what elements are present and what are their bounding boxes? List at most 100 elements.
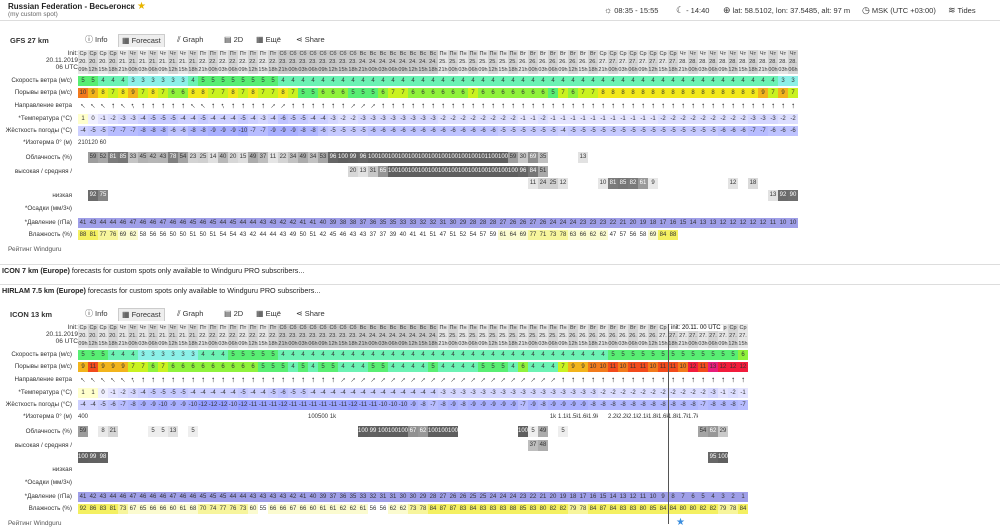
model-name[interactable]: GFS 27 km (10, 36, 49, 45)
time-column-header[interactable]: Пн 25. 09h (478, 50, 488, 74)
time-column-header[interactable]: Сб 23. 15h (338, 324, 348, 348)
time-column-header[interactable]: Ср 20. 18h (108, 50, 118, 74)
tab-graph[interactable]: ⫽ Graph (174, 34, 206, 46)
time-column-header[interactable]: Чт 21. 18h (188, 324, 198, 348)
time-column-header[interactable]: Ср 20. 12h (88, 50, 98, 74)
time-column-header[interactable]: Пт 22. 03h (218, 50, 228, 74)
time-column-header[interactable]: Чт 21. 00h (128, 50, 138, 74)
tab-2d[interactable]: ▤ 2D (221, 34, 246, 46)
time-column-header[interactable]: Пн 25. 06h (468, 50, 478, 74)
time-column-header[interactable]: Ср 20. 18h (108, 324, 118, 348)
time-column-header[interactable]: Чт 28. 06h (708, 50, 718, 74)
tab-share[interactable]: ⋖ Share (293, 308, 328, 320)
time-column-header[interactable]: Вс 24. 03h (378, 324, 388, 348)
timezone[interactable]: ◷ MSK (UTC +03:00) (862, 5, 936, 16)
time-column-header[interactable]: Пт 22. 00h (208, 324, 218, 348)
spot-title[interactable]: Russian Federation - Весьегонск (8, 2, 135, 11)
time-column-header[interactable]: Вс 24. 18h (428, 50, 438, 74)
time-column-header[interactable]: Пн 25. 03h (458, 324, 468, 348)
time-column-header[interactable]: Пт 22. 06h (228, 50, 238, 74)
time-column-header[interactable]: Чт 28. 21h (678, 50, 688, 74)
time-column-header[interactable]: Ср 20. 09h (78, 50, 88, 74)
time-column-header[interactable]: Пн 25. 21h (518, 324, 528, 348)
time-column-header[interactable]: Пт 22. 12h (248, 50, 258, 74)
tab-forecast[interactable]: ▦ Forecast (118, 308, 165, 321)
time-column-header[interactable]: Пн 25. 15h (498, 50, 508, 74)
time-column-header[interactable]: Пт 22. 18h (268, 50, 278, 74)
time-column-header[interactable]: Сб 23. 00h (288, 324, 298, 348)
time-column-header[interactable]: Ср 27. 21h (598, 50, 608, 74)
time-column-header[interactable]: Чт 21. 03h (138, 324, 148, 348)
time-column-header[interactable]: Чт 28. 09h (718, 50, 728, 74)
time-column-header[interactable]: Чт 28. 00h (768, 50, 778, 74)
time-column-header[interactable]: Пн 25. 06h (548, 324, 558, 348)
time-column-header[interactable]: Сб 23. 03h (298, 324, 308, 348)
time-column-header[interactable]: Сб 23. 21h (278, 50, 288, 74)
time-column-header[interactable]: Ср 27. 12h (728, 324, 738, 348)
time-column-header[interactable]: Сб 23. 09h (318, 50, 328, 74)
time-column-header[interactable]: Пт 22. 21h (198, 50, 208, 74)
time-column-header[interactable]: Чт 21. 12h (168, 324, 178, 348)
time-column-header[interactable]: Пт 22. 15h (258, 324, 268, 348)
time-column-header[interactable]: Пн 25. 00h (448, 50, 458, 74)
time-column-header[interactable]: Пт 22. 18h (268, 324, 278, 348)
time-column-header[interactable]: Пн 25. 12h (488, 324, 498, 348)
time-column-header[interactable]: Вс 24. 06h (388, 324, 398, 348)
time-column-header[interactable]: Ср 20. 15h (98, 324, 108, 348)
time-column-header[interactable]: Чт 28. 03h (698, 50, 708, 74)
time-column-header[interactable]: Пт 22. 09h (238, 324, 248, 348)
time-column-header[interactable]: Сб 23. 18h (348, 50, 358, 74)
tab-2d[interactable]: ▤ 2D (221, 308, 246, 320)
time-column-header[interactable]: Пн 25. 18h (508, 50, 518, 74)
time-column-header[interactable]: Вс 24. 00h (368, 50, 378, 74)
time-column-header[interactable]: Чт 21. 21h (118, 324, 128, 348)
tab-share[interactable]: ⋖ Share (293, 34, 328, 46)
time-column-header[interactable]: Пт 22. 15h (258, 50, 268, 74)
time-column-header[interactable]: Ср 20. 15h (98, 50, 108, 74)
time-column-header[interactable]: Вс 24. 00h (368, 324, 378, 348)
time-column-header[interactable]: Вт 26. 03h (618, 324, 628, 348)
time-column-header[interactable]: Пн 25. 09h (558, 324, 568, 348)
time-column-header[interactable]: Чт 21. 12h (168, 50, 178, 74)
time-column-header[interactable]: Пт 22. 06h (228, 324, 238, 348)
time-column-header[interactable]: Вс 24. 21h (358, 324, 368, 348)
time-column-header[interactable]: Чт 28. 00h (688, 50, 698, 74)
time-column-header[interactable]: Ср 27. 15h (658, 324, 668, 348)
time-column-header[interactable]: Чт 28. 03h (778, 50, 788, 74)
time-column-header[interactable]: Пн 25. 03h (458, 50, 468, 74)
tides-link[interactable]: ≋ Tides (948, 5, 976, 16)
time-column-header[interactable]: Чт 21. 18h (188, 50, 198, 74)
time-column-header[interactable]: Чт 21. 15h (178, 50, 188, 74)
time-column-header[interactable]: Сб 23. 06h (308, 324, 318, 348)
time-column-header[interactable]: Чт 28. 12h (728, 50, 738, 74)
time-column-header[interactable]: Чт 28. 18h (748, 50, 758, 74)
time-column-header[interactable]: Ср 27. 15h (658, 50, 668, 74)
tab-info[interactable]: ⓘ Info (82, 308, 111, 320)
time-column-header[interactable]: Вс 24. 15h (418, 324, 428, 348)
time-column-header[interactable]: Вс 24. 21h (358, 50, 368, 74)
time-column-header[interactable]: Чт 21. 15h (178, 324, 188, 348)
time-column-header[interactable]: Вт 26. 03h (538, 50, 548, 74)
time-column-header[interactable]: Ср 27. 12h (648, 50, 658, 74)
time-column-header[interactable]: Пн 25. 15h (498, 324, 508, 348)
time-column-header[interactable]: Ср 27. 00h (608, 50, 618, 74)
time-column-header[interactable]: Вт 26. 21h (518, 50, 528, 74)
time-column-header[interactable]: Вс 24. 12h (408, 50, 418, 74)
time-column-header[interactable]: Сб 23. 18h (348, 324, 358, 348)
time-column-header[interactable]: Сб 23. 09h (318, 324, 328, 348)
time-column-header[interactable]: Ср 27. 03h (618, 50, 628, 74)
time-column-header[interactable]: Вт 26. 21h (598, 324, 608, 348)
time-column-header[interactable]: Вс 24. 18h (428, 324, 438, 348)
time-column-header[interactable]: Вт 26. 15h (578, 324, 588, 348)
time-column-header[interactable]: Вс 24. 12h (408, 324, 418, 348)
tab-more[interactable]: ▦ Ещё (253, 308, 284, 320)
time-column-header[interactable]: Пн 25. 03h (538, 324, 548, 348)
tab-forecast[interactable]: ▦ Forecast (118, 34, 165, 47)
time-column-header[interactable]: Ср 27. 09h (638, 50, 648, 74)
time-column-header[interactable]: Чт 21. 03h (138, 50, 148, 74)
time-column-header[interactable]: Сб 23. 00h (288, 50, 298, 74)
time-column-header[interactable]: Вт 26. 06h (628, 324, 638, 348)
tab-info[interactable]: ⓘ Info (82, 34, 111, 46)
time-column-header[interactable]: Ср 27. 18h (668, 50, 678, 74)
time-column-header[interactable]: Сб 23. 15h (338, 50, 348, 74)
